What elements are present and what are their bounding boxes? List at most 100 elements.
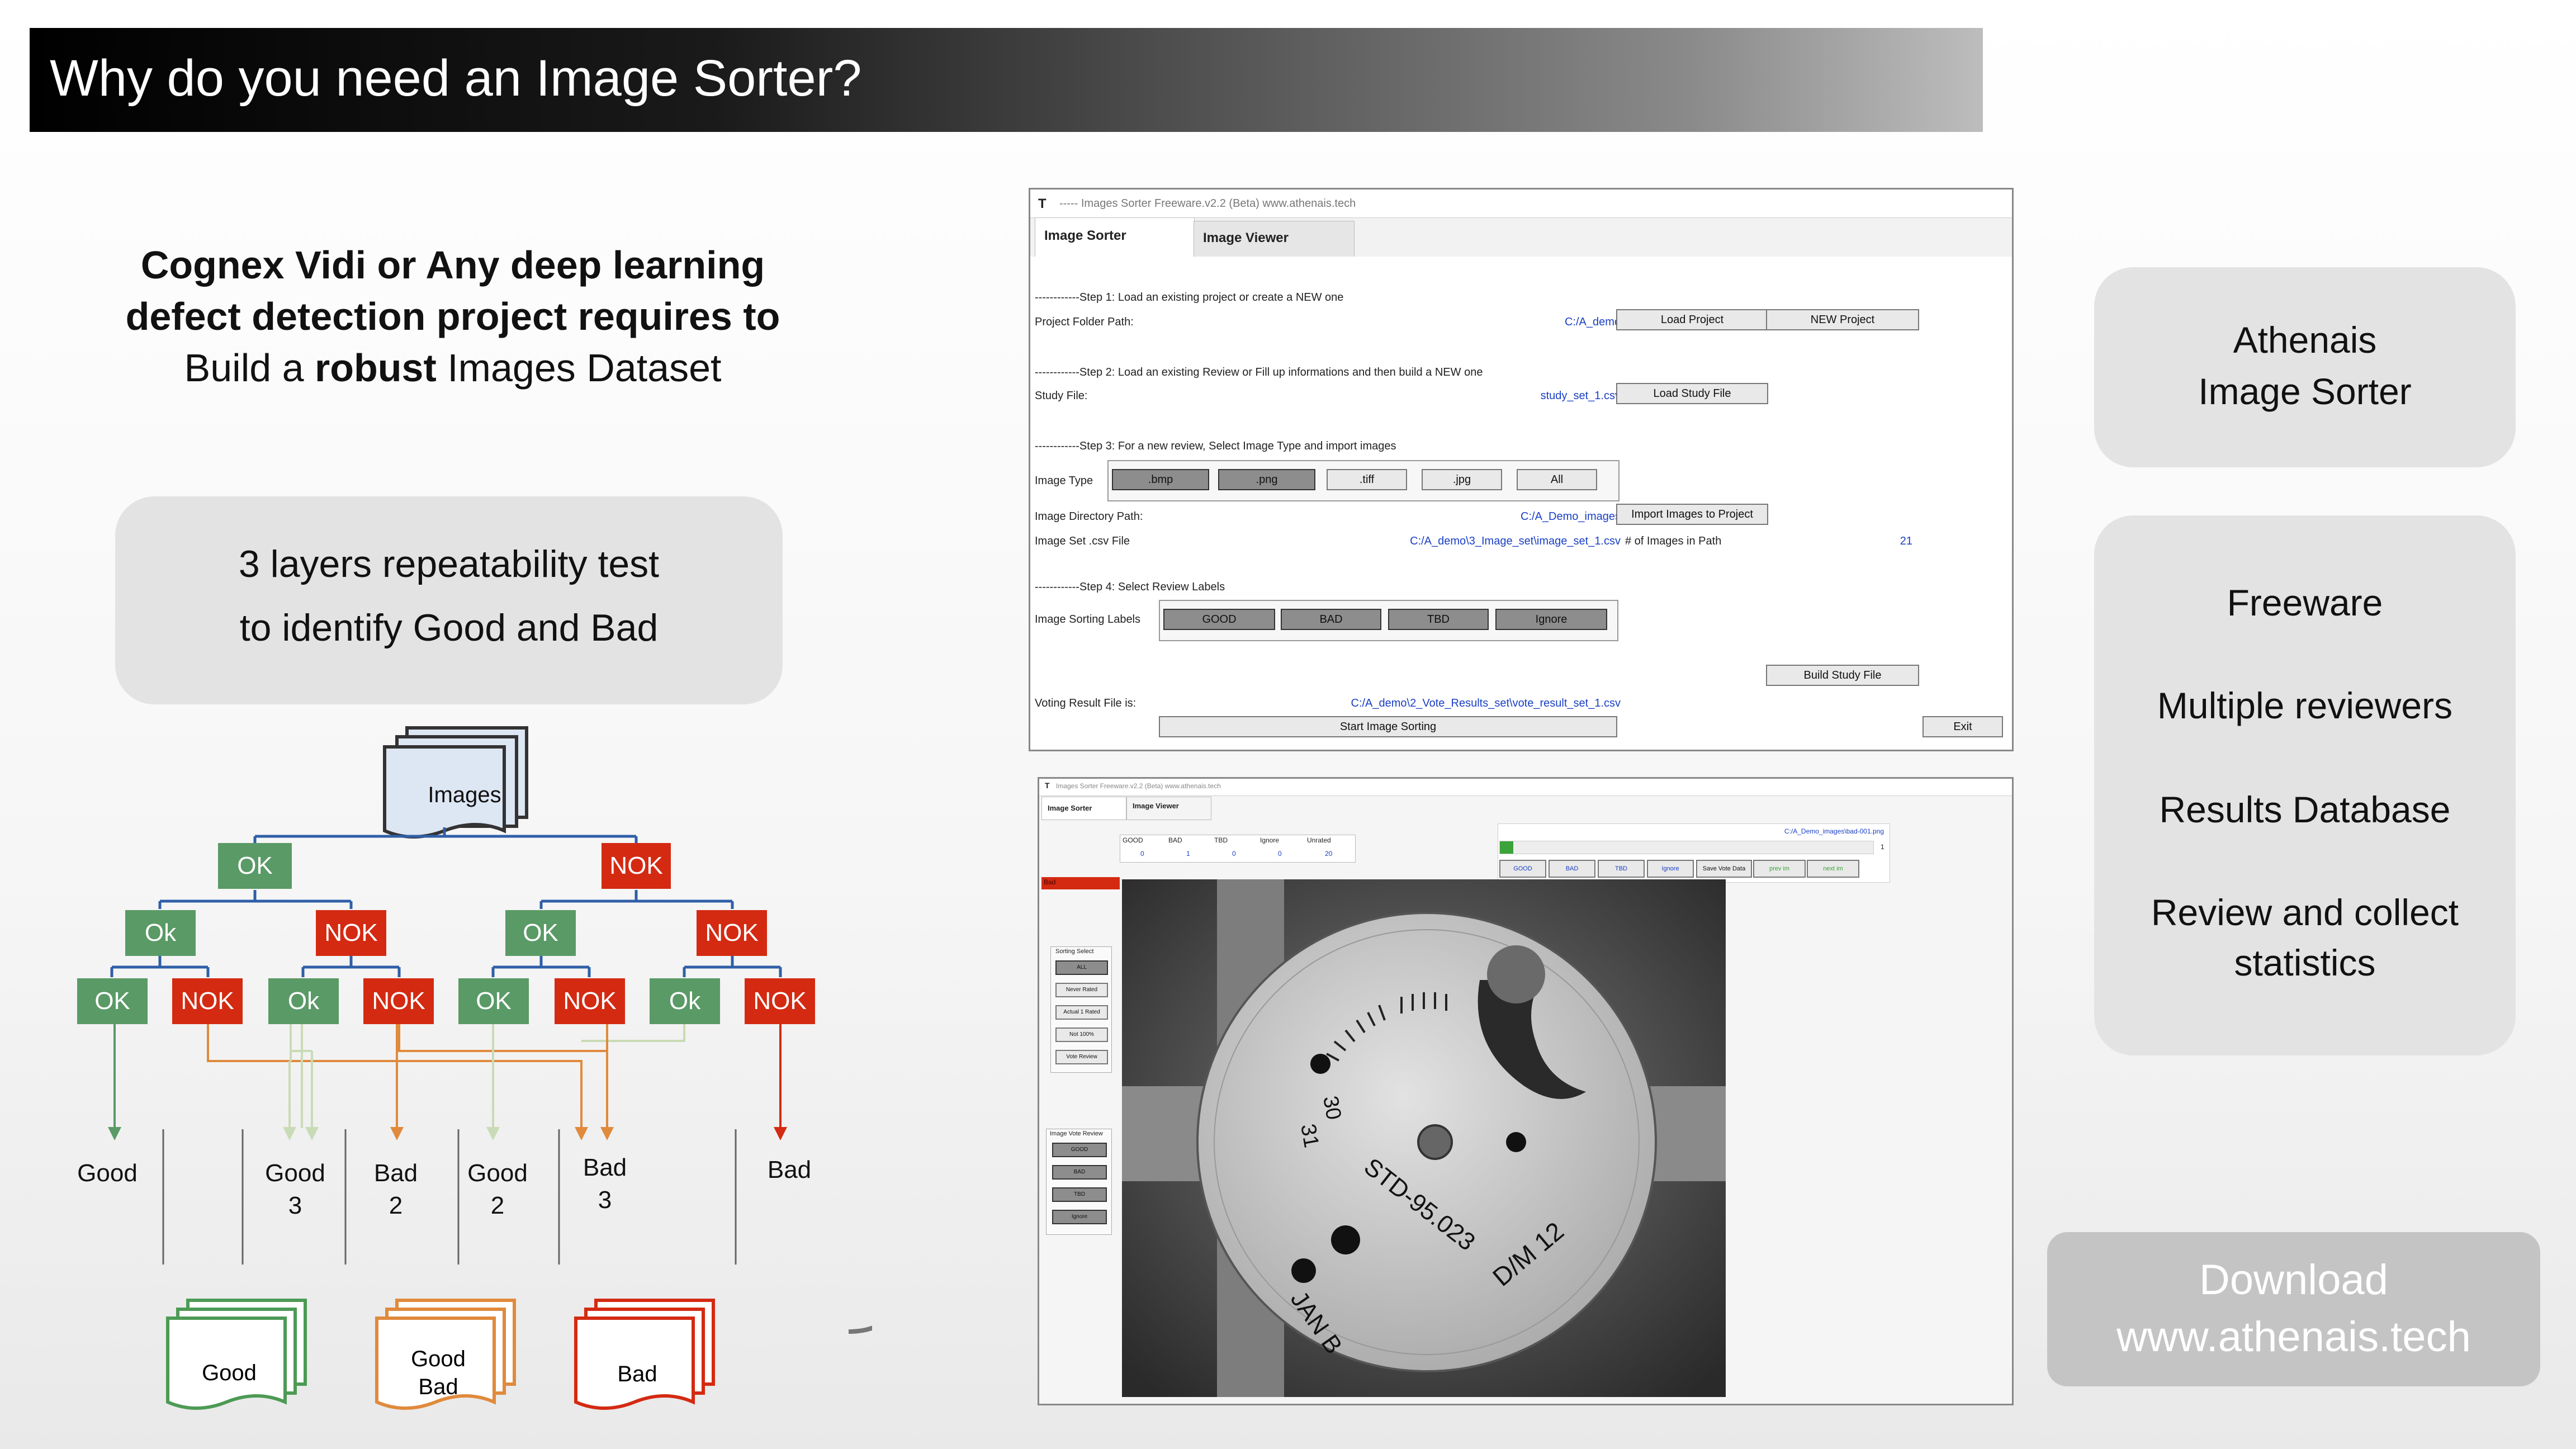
image-type-tiff[interactable]: .tiff	[1327, 469, 1407, 490]
next-image-button[interactable]: next im	[1807, 860, 1859, 878]
image-type-bmp[interactable]: .bmp	[1112, 469, 1209, 490]
tab-image-viewer[interactable]: Image Viewer	[1194, 221, 1355, 258]
tree-node-ok: OK	[77, 978, 148, 1024]
tab-image-viewer[interactable]: Image Viewer	[1126, 797, 1211, 820]
load-study-file-button[interactable]: Load Study File	[1616, 383, 1768, 404]
label-tbd-button[interactable]: TBD	[1388, 609, 1489, 630]
start-image-sorting-button[interactable]: Start Image Sorting	[1159, 716, 1617, 737]
sort-actual-rated-button[interactable]: Actual 1 Rated	[1055, 1005, 1108, 1020]
intro-line-2: defect detection project requires to	[125, 295, 780, 338]
feature-statistics: statistics	[2234, 942, 2376, 983]
progress-fill	[1500, 841, 1513, 854]
bad-stack-label: Bad	[617, 1362, 657, 1386]
page-title: Why do you need an Image Sorter?	[50, 50, 862, 107]
vote-tbd-button[interactable]: TBD	[1052, 1187, 1107, 1202]
vote-good-button[interactable]: GOOD	[1052, 1143, 1107, 1157]
tree-node-ok: Ok	[650, 978, 720, 1024]
tab-image-sorter[interactable]: Image Sorter	[1035, 217, 1195, 257]
tree-node-nok: NOK	[363, 978, 434, 1024]
project-folder-input[interactable]: C:/A_demo	[1159, 311, 1623, 332]
feature-review-collect: Review and collect	[2151, 892, 2459, 933]
sort-vote-review-button[interactable]: Vote Review	[1055, 1050, 1108, 1064]
tree-node-nok: NOK	[172, 978, 243, 1024]
view-good-button[interactable]: GOOD	[1499, 860, 1546, 878]
label-ignore-button[interactable]: Ignore	[1495, 609, 1607, 630]
sort-never-rated-button[interactable]: Never Rated	[1055, 983, 1108, 997]
outcome-label: Good 2	[467, 1159, 528, 1219]
study-file-input[interactable]: study_set_1.csv	[1159, 385, 1623, 405]
outcome-label: Good 3	[265, 1159, 325, 1219]
tab-image-sorter[interactable]: Image Sorter	[1041, 797, 1126, 820]
feature-multiple-reviewers: Multiple reviewers	[2157, 685, 2453, 726]
num-images-field: 21	[1766, 531, 1917, 551]
image-type-label: Image Type	[1035, 475, 1093, 487]
voting-result-input[interactable]: C:/A_demo\2_Vote_Results_set\vote_result…	[1159, 693, 1623, 713]
layers-test-box: 3 layers repeatability test to identify …	[115, 496, 783, 704]
inspected-image: STD-95.023 D/M 12 JAN B 31 30	[1122, 879, 1726, 1397]
feature-results-database: Results Database	[2159, 789, 2451, 830]
window-titlebar: T ----- Images Sorter Freeware.v2.2 (Bet…	[1030, 190, 2012, 218]
download-button[interactable]: Download www.athenais.tech	[2047, 1232, 2540, 1386]
view-ignore-button[interactable]: Ignore	[1647, 860, 1694, 878]
sorting-select-panel: Sorting Select ALL Never Rated Actual 1 …	[1050, 946, 1112, 1073]
sort-all-button[interactable]: ALL	[1055, 960, 1108, 975]
image-dir-label: Image Directory Path:	[1035, 510, 1143, 523]
features-box: Freeware Multiple reviewers Results Data…	[2094, 515, 2516, 1055]
project-folder-label: Project Folder Path:	[1035, 316, 1134, 328]
window-title: Images Sorter Freeware.v2.2 (Beta) www.a…	[1056, 782, 1221, 790]
step2-label: ------------Step 2: Load an existing Rev…	[1035, 366, 1483, 378]
outcome-label: Bad 2	[373, 1159, 418, 1219]
tree-node-nok: NOK	[697, 910, 767, 956]
feature-freeware: Freeware	[2227, 582, 2383, 623]
title-bar: Why do you need an Image Sorter?	[30, 28, 1983, 132]
window-titlebar: T Images Sorter Freeware.v2.2 (Beta) www…	[1039, 779, 2012, 796]
prev-image-button[interactable]: prev im	[1753, 860, 1806, 878]
load-project-button[interactable]: Load Project	[1616, 309, 1768, 330]
app-logo-icon: T	[1045, 781, 1050, 790]
vote-ignore-button[interactable]: Ignore	[1052, 1210, 1107, 1224]
image-path: C:/A_Demo_images\bad-001.png	[1784, 827, 1884, 835]
outcome-label: Good	[77, 1159, 138, 1187]
image-set-input[interactable]: C:/A_demo\3_Image_set\image_set_1.csv	[1159, 531, 1623, 551]
images-stack-label: Images	[428, 783, 501, 807]
download-url: www.athenais.tech	[2116, 1313, 2471, 1361]
image-type-all[interactable]: All	[1517, 469, 1597, 490]
tree-node-nok: NOK	[555, 978, 625, 1024]
tree-node-nok: NOK	[316, 910, 386, 956]
window-title: ----- Images Sorter Freeware.v2.2 (Beta)…	[1059, 197, 1356, 210]
num-images-label: # of Images in Path	[1625, 535, 1722, 547]
tree-node-ok: OK	[505, 910, 576, 956]
sorting-labels-label: Image Sorting Labels	[1035, 613, 1141, 626]
label-bad-button[interactable]: BAD	[1281, 609, 1381, 630]
new-project-button[interactable]: NEW Project	[1766, 309, 1919, 330]
image-type-group: .bmp .png .tiff .jpg All	[1107, 460, 1620, 501]
view-tbd-button[interactable]: TBD	[1598, 860, 1645, 878]
dial-text-30: 30	[1318, 1094, 1346, 1121]
build-study-file-button[interactable]: Build Study File	[1766, 665, 1919, 686]
outcome-label: Bad	[767, 1156, 812, 1183]
image-viewer-window: T Images Sorter Freeware.v2.2 (Beta) www…	[1038, 777, 2014, 1405]
app-logo-icon: T	[1038, 196, 1046, 211]
outcome-label: Bad 3	[583, 1154, 627, 1214]
view-bad-button[interactable]: BAD	[1549, 860, 1595, 878]
status-badge: Bad	[1041, 877, 1120, 889]
image-type-png[interactable]: .png	[1218, 469, 1315, 490]
good-stack-icon	[166, 1299, 307, 1410]
brace-shape	[848, 1325, 872, 1334]
image-dir-input[interactable]: C:/A_Demo_images	[1159, 506, 1623, 526]
image-type-jpg[interactable]: .jpg	[1422, 469, 1502, 490]
import-images-button[interactable]: Import Images to Project	[1616, 504, 1768, 525]
brand-line-2: Image Sorter	[2198, 371, 2412, 412]
layers-test-line-2: to identify Good and Bad	[239, 607, 659, 649]
step1-label: ------------Step 1: Load an existing pro…	[1035, 291, 1344, 304]
exit-button[interactable]: Exit	[1922, 716, 2003, 737]
label-good-button[interactable]: GOOD	[1163, 609, 1275, 630]
save-vote-data-button[interactable]: Save Vote Data	[1696, 860, 1752, 878]
brand-box: Athenais Image Sorter	[2094, 267, 2516, 467]
progress-bar	[1499, 841, 1874, 854]
vote-bad-button[interactable]: BAD	[1052, 1165, 1107, 1180]
image-vote-panel: Image Vote Review GOOD BAD TBD Ignore	[1046, 1129, 1112, 1235]
sort-not-100-button[interactable]: Not 100%	[1055, 1027, 1108, 1042]
step4-label: ------------Step 4: Select Review Labels	[1035, 581, 1225, 593]
good-stack-label: Good	[202, 1361, 257, 1385]
